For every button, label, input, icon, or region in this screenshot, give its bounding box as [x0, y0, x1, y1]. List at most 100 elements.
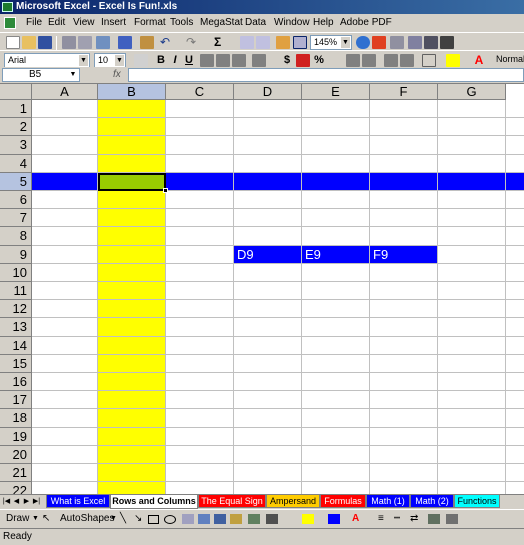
- align-left-icon[interactable]: [200, 54, 214, 67]
- tool-icon-3[interactable]: [424, 36, 438, 49]
- image-icon[interactable]: [266, 514, 278, 524]
- sheet-tab-4[interactable]: Formulas: [320, 495, 366, 508]
- font-tool-icon[interactable]: [134, 54, 148, 67]
- row-header-19[interactable]: 19: [0, 428, 32, 446]
- last-sheet-icon[interactable]: ▶|: [32, 496, 41, 507]
- increase-indent-icon[interactable]: [400, 54, 414, 67]
- text-box-icon[interactable]: [182, 514, 194, 524]
- name-box[interactable]: B5 ▼: [2, 68, 80, 82]
- select-objects-icon[interactable]: ↖: [42, 510, 50, 528]
- row-header-5[interactable]: 5: [0, 173, 32, 191]
- dash-style-icon[interactable]: ┅: [394, 510, 400, 528]
- open-icon[interactable]: [22, 36, 36, 49]
- formula-input[interactable]: [128, 68, 524, 82]
- merge-center-icon[interactable]: [252, 54, 266, 67]
- align-center-icon[interactable]: [216, 54, 230, 67]
- row-header-16[interactable]: 16: [0, 373, 32, 391]
- font-color-icon[interactable]: A: [472, 54, 486, 67]
- chevron-down-icon[interactable]: ▼: [110, 510, 117, 528]
- menu-edit[interactable]: Edit: [48, 14, 65, 32]
- row-header-21[interactable]: 21: [0, 464, 32, 482]
- sheet-tab-1[interactable]: Rows and Columns: [110, 495, 198, 509]
- redo-icon[interactable]: ↷: [186, 36, 200, 49]
- format-painter-icon[interactable]: [140, 36, 154, 49]
- row-header-22[interactable]: 22: [0, 482, 32, 494]
- tool-icon-2[interactable]: [408, 36, 422, 49]
- underline-button[interactable]: U: [182, 54, 196, 67]
- row-header-14[interactable]: 14: [0, 337, 32, 355]
- picture-icon[interactable]: [248, 514, 260, 524]
- worksheet-grid[interactable]: D9 E9 F9 ABCDEFG 1 2 3 4 5 6 7 8 9 10 11 12 13 14 15 16…: [0, 84, 524, 494]
- row-header-7[interactable]: 7: [0, 209, 32, 227]
- cell-e9[interactable]: E9: [302, 246, 321, 264]
- row-header-20[interactable]: 20: [0, 446, 32, 464]
- chart-wizard-icon[interactable]: [276, 36, 290, 49]
- shadow-style-icon[interactable]: [428, 514, 440, 524]
- rectangle-icon[interactable]: [148, 515, 159, 524]
- prev-sheet-icon[interactable]: ◀: [12, 496, 21, 507]
- drawing-icon[interactable]: [293, 36, 307, 49]
- column-header-c[interactable]: C: [166, 84, 234, 100]
- workbook-icon[interactable]: [4, 17, 16, 29]
- column-header-e[interactable]: E: [302, 84, 370, 100]
- menu-file[interactable]: File: [26, 14, 42, 32]
- print-preview-icon[interactable]: [78, 36, 92, 49]
- row-header-17[interactable]: 17: [0, 391, 32, 409]
- font-size-select[interactable]: 10 ▼: [94, 53, 126, 68]
- fill-color-icon[interactable]: [302, 514, 314, 524]
- row-header-4[interactable]: 4: [0, 155, 32, 173]
- sheet-tab-6[interactable]: Math (2): [410, 495, 454, 508]
- line-icon[interactable]: ╲: [120, 510, 126, 528]
- arrow-icon[interactable]: ↘: [134, 510, 142, 528]
- bold-button[interactable]: B: [154, 54, 168, 67]
- menu-adobe-pdf[interactable]: Adobe PDF: [340, 14, 392, 32]
- row-header-12[interactable]: 12: [0, 300, 32, 318]
- save-icon[interactable]: [38, 36, 52, 49]
- borders-icon[interactable]: [422, 54, 436, 67]
- line-color-icon[interactable]: [328, 514, 340, 524]
- first-sheet-icon[interactable]: |◀: [2, 496, 11, 507]
- percent-button[interactable]: %: [312, 54, 326, 67]
- row-header-13[interactable]: 13: [0, 318, 32, 337]
- print-icon[interactable]: [62, 36, 76, 49]
- spelling-icon[interactable]: [118, 36, 132, 49]
- autoshapes-menu-button[interactable]: AutoShapes: [60, 510, 115, 528]
- row-header-10[interactable]: 10: [0, 264, 32, 282]
- chevron-down-icon[interactable]: ▼: [32, 510, 39, 528]
- menu-format[interactable]: Format: [134, 14, 166, 32]
- font-color-icon[interactable]: A: [352, 510, 359, 528]
- sheet-tab-3[interactable]: Ampersand: [266, 495, 320, 508]
- arrow-style-icon[interactable]: ⇄: [410, 510, 418, 528]
- tool-icon[interactable]: [390, 36, 404, 49]
- new-icon[interactable]: [6, 36, 20, 49]
- fill-color-icon[interactable]: [446, 54, 460, 67]
- column-header-g[interactable]: G: [438, 84, 506, 100]
- row-header-6[interactable]: 6: [0, 191, 32, 209]
- sheet-tab-5[interactable]: Math (1): [366, 495, 410, 508]
- horizontal-scrollbar[interactable]: [500, 496, 524, 508]
- sort-descending-icon[interactable]: [256, 36, 270, 49]
- next-sheet-icon[interactable]: ▶: [22, 496, 31, 507]
- sheet-tab-0[interactable]: What is Excel: [46, 495, 110, 508]
- cell-d9[interactable]: D9: [234, 246, 254, 264]
- draw-menu-button[interactable]: Draw: [6, 510, 29, 528]
- style-select[interactable]: Normal: [496, 54, 524, 64]
- sort-ascending-icon[interactable]: [240, 36, 254, 49]
- chevron-down-icon[interactable]: ▼: [79, 55, 88, 66]
- sheet-tab-7[interactable]: Functions: [454, 495, 500, 508]
- zoom-select[interactable]: 145% ▼: [310, 35, 352, 50]
- 3d-style-icon[interactable]: [446, 514, 458, 524]
- line-style-icon[interactable]: ≡: [378, 510, 384, 528]
- menu-help[interactable]: Help: [313, 14, 334, 32]
- chevron-down-icon[interactable]: ▼: [115, 55, 124, 66]
- decrease-decimal-icon[interactable]: [362, 54, 376, 67]
- select-all-corner[interactable]: [0, 84, 32, 100]
- column-header-f[interactable]: F: [370, 84, 438, 100]
- chevron-down-icon[interactable]: ▼: [68, 70, 78, 80]
- row-header-9[interactable]: 9: [0, 246, 32, 264]
- sheet-tab-2[interactable]: The Equal Sign: [198, 495, 266, 508]
- align-right-icon[interactable]: [232, 54, 246, 67]
- row-header-11[interactable]: 11: [0, 282, 32, 300]
- column-header-a[interactable]: A: [32, 84, 98, 100]
- copy-icon[interactable]: [96, 36, 110, 49]
